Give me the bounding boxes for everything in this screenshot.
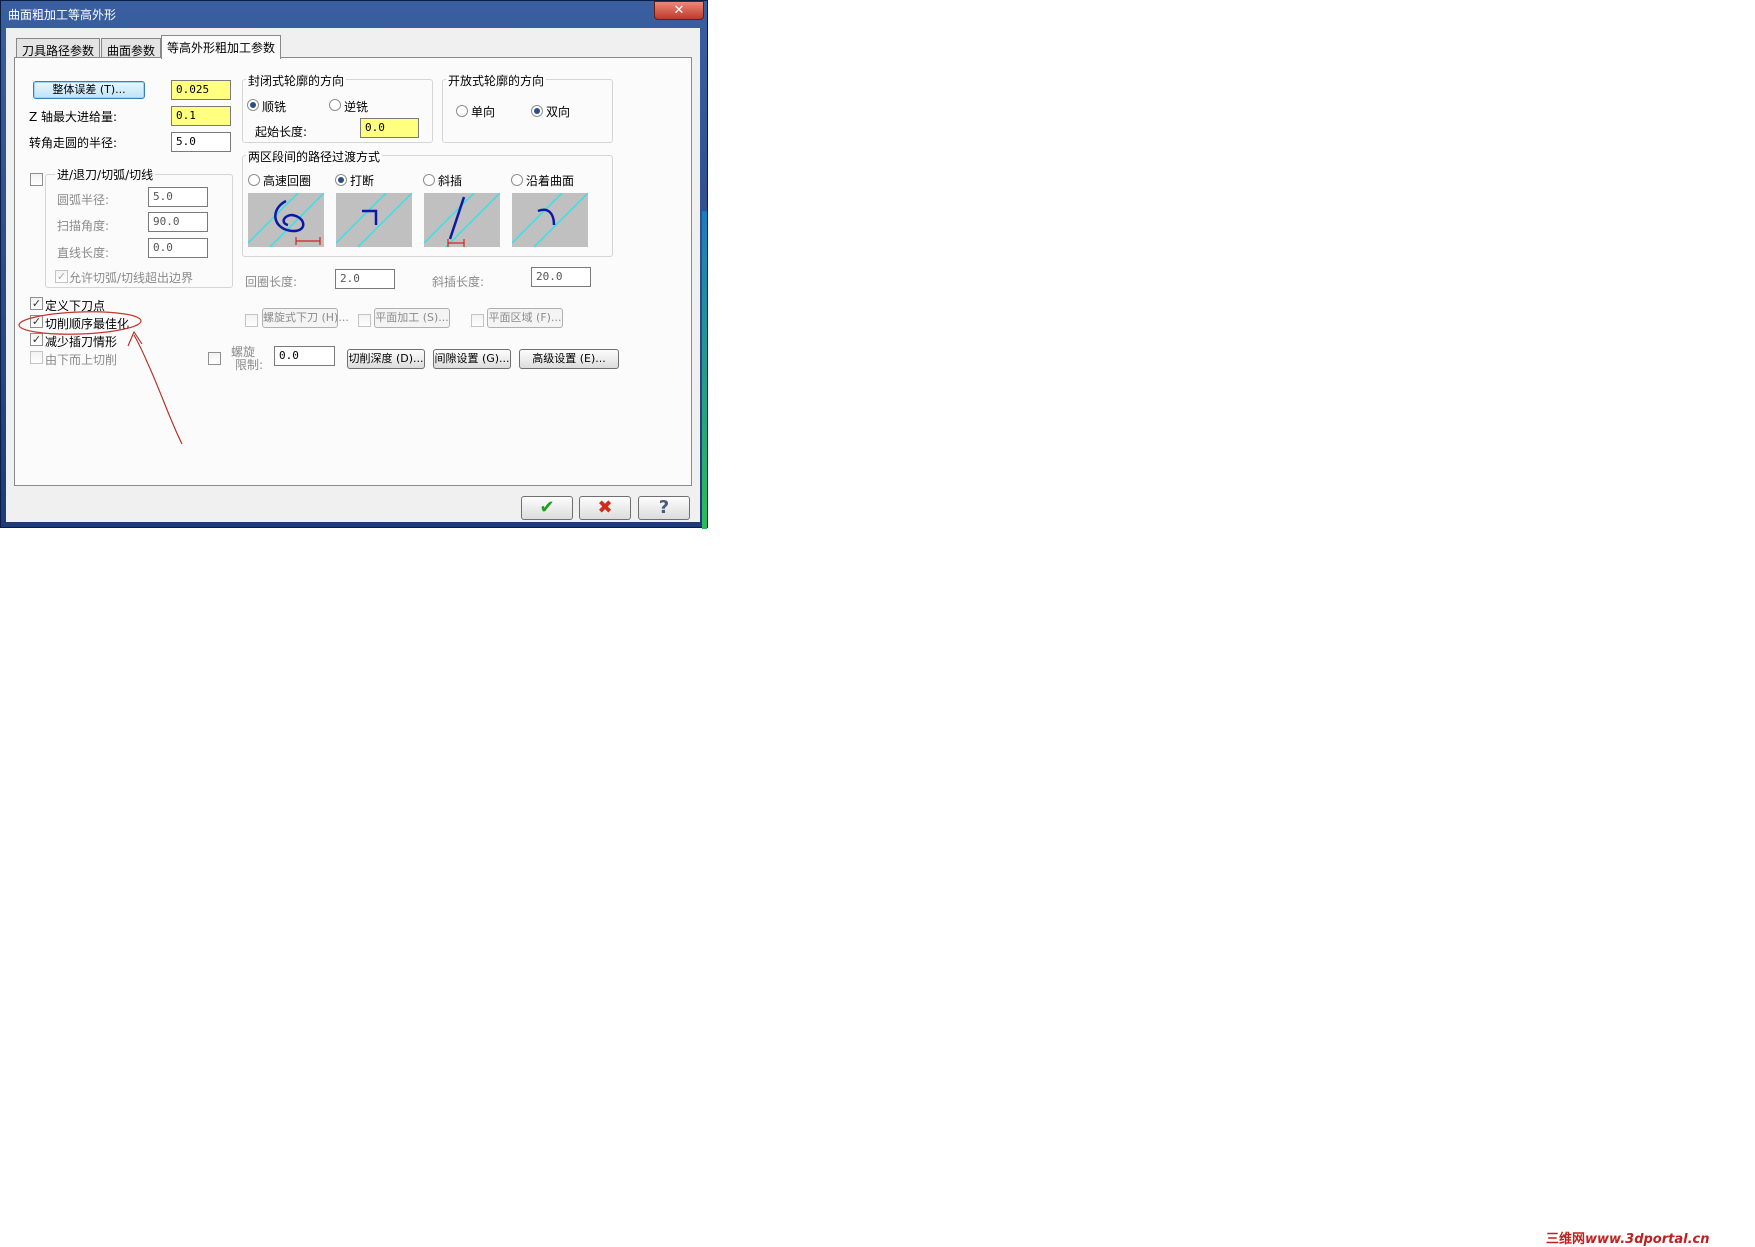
spiral-limit-input[interactable]: 0.0 — [274, 346, 335, 366]
loop-length-input[interactable]: 2.0 — [335, 269, 395, 289]
spiral-label-2: 限制: — [235, 358, 264, 372]
flat-area-button[interactable]: 平面区域 (F)... — [487, 308, 563, 328]
tab-surface-params[interactable]: 曲面参数 — [101, 38, 162, 58]
tab-contour-rough-params[interactable]: 等高外形粗加工参数 — [161, 35, 282, 59]
flat-machining-checkbox[interactable] — [358, 314, 371, 327]
annotation-arrow-icon — [18, 311, 183, 445]
high-speed-loop-preview-icon — [248, 193, 324, 247]
tolerance-input[interactable]: 0.025 — [171, 80, 231, 100]
high-speed-loop-label: 高速回圈 — [263, 174, 312, 188]
tab-toolpath-params[interactable]: 刀具路径参数 — [16, 38, 101, 58]
help-button[interactable]: ? — [638, 496, 690, 520]
flat-machining-button[interactable]: 平面加工 (S)... — [374, 308, 450, 328]
open-contour-title: 开放式轮廓的方向 — [446, 72, 547, 89]
corner-radius-input[interactable]: 5.0 — [171, 132, 231, 152]
closed-contour-title: 封闭式轮廓的方向 — [246, 72, 347, 89]
one-way-radio[interactable] — [456, 105, 468, 117]
corner-radius-label: 转角走圆的半径: — [29, 136, 118, 150]
climb-radio[interactable] — [247, 99, 259, 111]
along-surface-preview-icon — [512, 193, 588, 247]
transition-title: 两区段间的路径过渡方式 — [246, 148, 383, 165]
break-radio[interactable] — [335, 174, 347, 186]
along-surface-label: 沿着曲面 — [526, 174, 575, 188]
entry-exit-checkbox[interactable] — [30, 173, 43, 186]
z-step-label: Z 轴最大进给量: — [29, 110, 118, 124]
allow-exceed-label: 允许切弧/切线超出边界 — [69, 271, 194, 285]
arc-radius-input[interactable]: 5.0 — [148, 187, 208, 207]
start-length-label: 起始长度: — [255, 125, 308, 139]
close-button[interactable]: ✕ — [654, 1, 704, 20]
window-title: 曲面粗加工等高外形 — [8, 8, 117, 22]
helix-plunge-checkbox[interactable] — [245, 314, 258, 327]
one-way-label: 单向 — [471, 105, 496, 119]
break-label: 打断 — [350, 174, 375, 188]
allow-exceed-checkbox[interactable]: ✓ — [55, 270, 68, 283]
along-surface-radio[interactable] — [511, 174, 523, 186]
break-preview-icon — [336, 193, 412, 247]
loop-length-label: 回圈长度: — [245, 275, 298, 289]
cut-depth-button[interactable]: 切削深度 (D)... — [347, 349, 425, 369]
helix-plunge-button[interactable]: 螺旋式下刀 (H)... — [262, 308, 349, 328]
tolerance-button[interactable]: 整体误差 (T)... — [33, 81, 145, 99]
two-way-label: 双向 — [546, 105, 571, 119]
spiral-limit-checkbox[interactable] — [208, 352, 221, 365]
ramp-length-input[interactable]: 20.0 — [531, 267, 591, 287]
sweep-angle-input[interactable]: 90.0 — [148, 212, 208, 232]
z-step-input[interactable]: 0.1 — [171, 106, 231, 126]
line-length-label: 直线长度: — [57, 246, 110, 260]
ramp-length-label: 斜插长度: — [432, 275, 485, 289]
start-length-input[interactable]: 0.0 — [360, 118, 419, 138]
cancel-button[interactable]: ✖ — [579, 496, 631, 520]
line-length-input[interactable]: 0.0 — [148, 238, 208, 258]
title-bar[interactable]: 曲面粗加工等高外形 — [0, 0, 706, 28]
sweep-angle-label: 扫描角度: — [57, 219, 110, 233]
flat-area-checkbox[interactable] — [471, 314, 484, 327]
ramp-preview-icon — [424, 193, 500, 247]
gap-settings-button[interactable]: 间隙设置 (G)... — [433, 349, 511, 369]
arc-radius-label: 圆弧半径: — [57, 193, 110, 207]
high-speed-loop-radio[interactable] — [248, 174, 260, 186]
ramp-label: 斜插 — [438, 174, 463, 188]
entry-exit-group-label: 进/退刀/切弧/切线 — [55, 166, 156, 183]
advanced-settings-button[interactable]: 高级设置 (E)... — [519, 349, 619, 369]
ramp-radio[interactable] — [423, 174, 435, 186]
conventional-label: 逆铣 — [344, 100, 369, 114]
two-way-radio[interactable] — [531, 105, 543, 117]
conventional-radio[interactable] — [329, 99, 341, 111]
climb-label: 顺铣 — [262, 100, 287, 114]
ok-button[interactable]: ✔ — [521, 496, 573, 520]
watermark: 三维网www.3dportal.cn — [1546, 1228, 1710, 1247]
